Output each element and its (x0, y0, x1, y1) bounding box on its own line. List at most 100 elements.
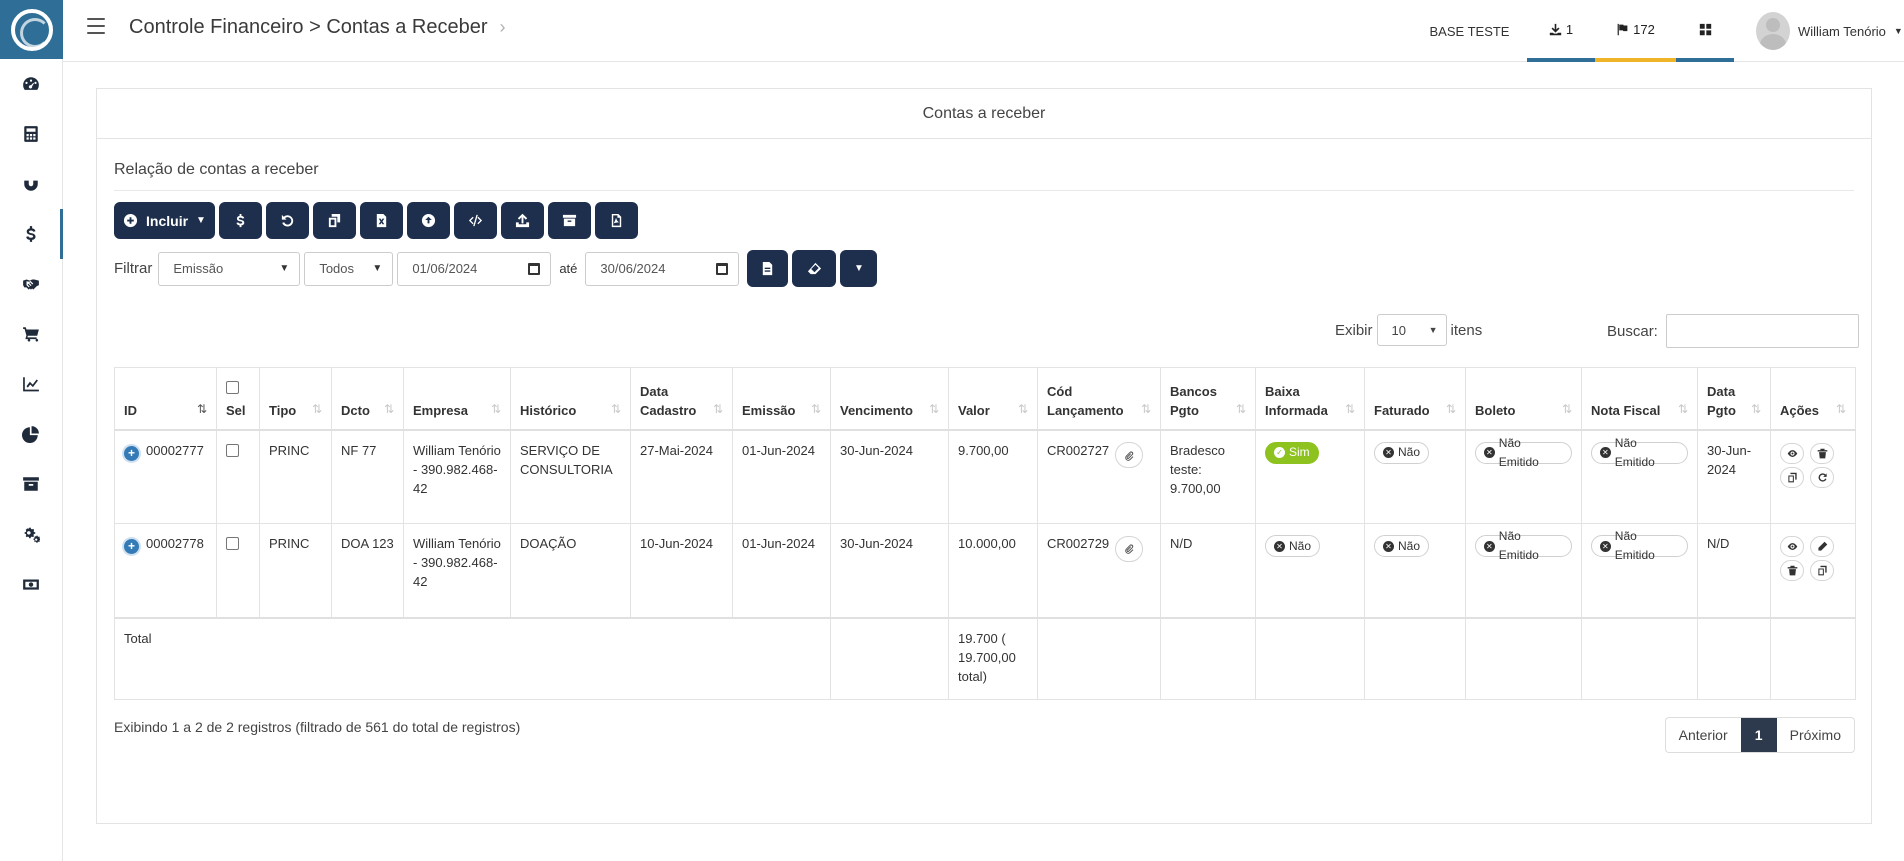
edit-button[interactable] (1810, 536, 1834, 557)
delete-button[interactable] (1780, 560, 1804, 581)
copy-button[interactable] (1780, 466, 1804, 488)
sidebar-item-money[interactable] (0, 559, 62, 609)
col-vencimento[interactable]: Vencimento ⇅ (830, 367, 949, 430)
current-page-button[interactable]: 1 (1740, 718, 1777, 752)
payment-button[interactable] (219, 202, 262, 239)
col-tipo[interactable]: Tipo ⇅ (259, 367, 332, 430)
baixa-badge[interactable]: ✕ Não (1265, 535, 1321, 557)
expand-row-icon[interactable]: + (124, 539, 139, 554)
download-icon (1549, 23, 1562, 35)
sidebar-item-cart[interactable] (0, 309, 62, 359)
col-historico[interactable]: Histórico ⇅ (510, 367, 631, 430)
faturado-badge[interactable]: ✕ Não (1374, 535, 1430, 557)
pdf-file-icon (611, 213, 622, 228)
col-cod-lancamento[interactable]: Cód Lançamento ⇅ (1037, 367, 1161, 430)
eye-icon (1787, 543, 1797, 550)
sidebar-item-pie-chart[interactable] (0, 409, 62, 459)
cell-tipo: PRINC (259, 523, 332, 618)
view-button[interactable] (1780, 442, 1804, 464)
delete-button[interactable] (1810, 442, 1834, 464)
incluir-button[interactable]: Incluir ▼ (114, 202, 215, 239)
view-button[interactable] (1780, 536, 1804, 557)
table-row: +00002777 PRINC NF 77 William Tenório - … (114, 428, 1856, 524)
col-id[interactable]: ID ⇅ (114, 367, 217, 430)
sort-icon: ⇅ (1235, 401, 1246, 416)
prev-page-button[interactable]: Anterior (1666, 718, 1741, 752)
cell-baixa-informada: ✕ Não (1255, 523, 1365, 618)
menu-toggle-icon[interactable] (87, 18, 105, 34)
row-checkbox[interactable] (226, 537, 239, 550)
apply-filter-button[interactable] (747, 250, 789, 287)
filter-field-select[interactable]: Emissão ▼ (158, 251, 301, 286)
col-boleto[interactable]: Boleto ⇅ (1465, 367, 1582, 430)
code-button[interactable] (454, 202, 497, 239)
cell-empresa: William Tenório - 390.982.468-42 (403, 428, 511, 524)
more-filters-button[interactable]: ▼ (840, 250, 878, 287)
boleto-badge[interactable]: ✕ Não Emitido (1475, 436, 1572, 469)
sort-icon: ⇅ (928, 401, 939, 416)
nota-fiscal-badge[interactable]: ✕ Não Emitido (1591, 529, 1688, 562)
sort-icon: ⇅ (712, 401, 723, 416)
user-menu[interactable]: William Tenório ▼ (1734, 0, 1904, 62)
sidebar-item-handshake[interactable] (0, 259, 62, 309)
col-valor[interactable]: Valor ⇅ (948, 367, 1038, 430)
sidebar-item-dashboard[interactable] (0, 59, 62, 109)
apps-tab[interactable] (1676, 0, 1734, 62)
undo-button[interactable] (266, 202, 309, 239)
base-name[interactable]: BASE TESTE (1412, 0, 1527, 62)
refresh-button[interactable] (1810, 466, 1834, 488)
date-from-input[interactable]: 01/06/2024 (397, 251, 552, 286)
sidebar-item-financeiro[interactable] (0, 209, 63, 259)
col-baixa-informada[interactable]: Baixa Informada ⇅ (1255, 367, 1365, 430)
eraser-icon (807, 262, 821, 275)
duplicate-button[interactable] (313, 202, 356, 239)
search-control: Buscar: (1607, 314, 1859, 348)
col-empresa[interactable]: Empresa ⇅ (403, 367, 511, 430)
filter-status-select[interactable]: Todos ▼ (304, 251, 394, 286)
expand-row-icon[interactable]: + (124, 445, 139, 461)
cell-bancos-pgto: N/D (1160, 523, 1256, 618)
select-all-checkbox[interactable] (226, 380, 239, 394)
sort-icon: ⇅ (1835, 401, 1846, 416)
col-sel: Sel (216, 367, 260, 430)
upload-button[interactable] (501, 202, 544, 239)
col-faturado[interactable]: Faturado ⇅ (1364, 367, 1466, 430)
sidebar-item-gears[interactable] (0, 509, 62, 559)
faturado-badge[interactable]: ✕ Não (1374, 441, 1430, 464)
col-bancos-pgto[interactable]: Bancos Pgto ⇅ (1160, 367, 1256, 430)
export-pdf-button[interactable] (595, 202, 638, 239)
next-page-button[interactable]: Próximo (1777, 718, 1854, 752)
col-dcto[interactable]: Dcto ⇅ (331, 367, 404, 430)
app-logo[interactable] (0, 0, 63, 59)
col-acoes[interactable]: Ações ⇅ (1770, 367, 1856, 430)
row-checkbox[interactable] (226, 443, 239, 457)
export-excel-button[interactable] (360, 202, 403, 239)
archive-button[interactable] (548, 202, 591, 239)
attachment-button[interactable] (1115, 442, 1144, 468)
nota-fiscal-badge[interactable]: ✕ Não Emitido (1591, 436, 1688, 469)
col-nota-fiscal[interactable]: Nota Fiscal ⇅ (1581, 367, 1698, 430)
sidebar-item-archive[interactable] (0, 459, 62, 509)
col-data-cadastro[interactable]: Data Cadastro ⇅ (630, 367, 733, 430)
clear-filter-button[interactable] (792, 250, 837, 287)
date-to-input[interactable]: 30/06/2024 (585, 251, 740, 286)
sidebar-item-line-chart[interactable] (0, 359, 62, 409)
col-data-pgto[interactable]: Data Pgto ⇅ (1697, 367, 1771, 430)
attachment-button[interactable] (1115, 535, 1144, 562)
chevron-right-icon: › (499, 17, 506, 37)
calculator-icon (24, 126, 38, 142)
boleto-badge[interactable]: ✕ Não Emitido (1475, 529, 1572, 562)
baixa-badge[interactable]: ✓ Sim (1265, 441, 1319, 464)
copy-button[interactable] (1810, 560, 1834, 581)
upload-circle-button[interactable] (407, 202, 450, 239)
flag-icon (1617, 23, 1628, 35)
sidebar-item-magnet[interactable] (0, 159, 62, 209)
col-emissao[interactable]: Emissão ⇅ (732, 367, 831, 430)
page-size-select[interactable]: 10 ▼ (1376, 314, 1447, 346)
search-input[interactable] (1665, 314, 1859, 348)
sidebar-item-calculator[interactable] (0, 109, 62, 159)
downloads-tab[interactable]: 1 (1527, 0, 1595, 62)
x-circle-icon: ✕ (1383, 540, 1394, 552)
notifications-tab[interactable]: 172 (1595, 0, 1676, 62)
x-circle-icon: ✕ (1274, 540, 1285, 552)
